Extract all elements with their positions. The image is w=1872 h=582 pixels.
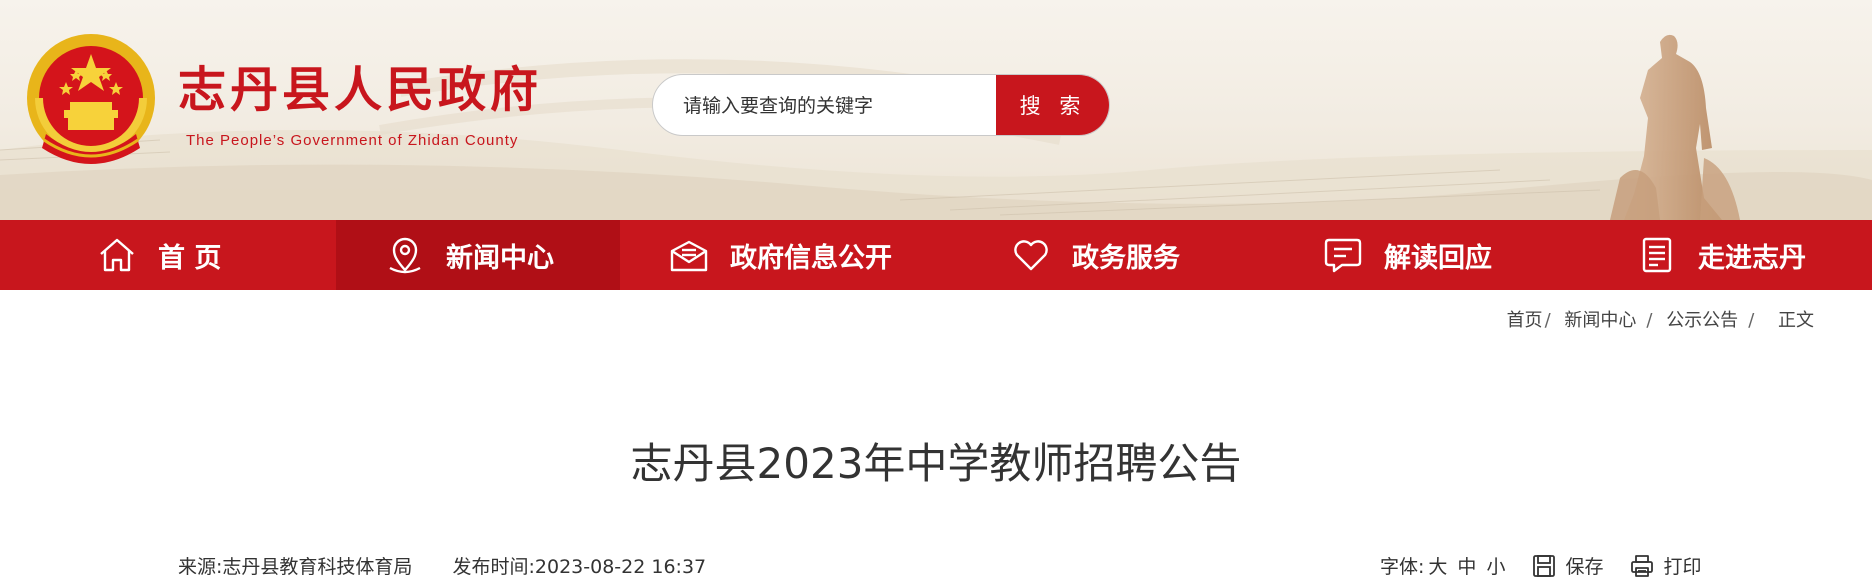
nav-label-gov-service: 政务服务 [1072, 242, 1180, 274]
nav-item-news[interactable]: 新闻中心 [336, 220, 620, 290]
nav-item-interpretation[interactable]: 解读回应 [1322, 220, 1492, 290]
source-label: 来源: [178, 556, 223, 578]
nav-label-about-zhidan: 走进志丹 [1698, 242, 1806, 274]
publish-time: 2023-08-22 16:37 [534, 556, 707, 578]
nav-item-gov-info[interactable]: 政府信息公开 [668, 220, 892, 290]
print-button[interactable]: 打印 [1629, 552, 1701, 579]
breadcrumb-separator: / [1544, 310, 1551, 331]
publish-time-label: 发布时间: [452, 556, 535, 578]
location-pin-icon [389, 237, 421, 274]
save-label: 保存 [1565, 556, 1604, 578]
search-bar: 搜 索 [652, 74, 1110, 136]
article-meta: 来源:志丹县教育科技体育局 发布时间:2023-08-22 16:37 [178, 552, 706, 579]
nav-label-news: 新闻中心 [446, 242, 554, 274]
chat-icon [1324, 238, 1362, 273]
document-icon [1642, 237, 1672, 273]
breadcrumb: 首页 / 新闻中心 / 公示公告 / 正文 [1507, 306, 1814, 332]
nav-item-gov-service[interactable]: 政务服务 [1010, 220, 1180, 290]
breadcrumb-home[interactable]: 首页 [1507, 310, 1543, 331]
save-icon [1533, 554, 1556, 577]
article-source: 志丹县教育科技体育局 [222, 556, 413, 578]
national-emblem-logo [27, 34, 155, 164]
mail-icon [670, 240, 708, 272]
printer-icon [1631, 554, 1654, 577]
nav-item-about-zhidan[interactable]: 走进志丹 [1636, 220, 1806, 290]
font-size-label: 字体: [1380, 556, 1425, 578]
site-header: 志丹县人民政府 The People’s Government of Zhida… [0, 0, 1872, 220]
font-size-large[interactable]: 大 [1428, 552, 1447, 579]
breadcrumb-announcements[interactable]: 公示公告 [1666, 310, 1738, 331]
breadcrumb-current: 正文 [1778, 310, 1814, 331]
main-nav: 首 页 新闻中心 政府信息公开 政务服务 解读回应 走进志丹 [0, 220, 1872, 290]
article-tools: 字体: 大 中 小 保存 打印 [1380, 552, 1701, 579]
font-size-small[interactable]: 小 [1486, 552, 1505, 579]
nav-label-interpretation: 解读回应 [1384, 242, 1492, 274]
nav-label-home: 首 页 [158, 242, 222, 274]
nav-item-home[interactable]: 首 页 [96, 220, 221, 290]
nav-label-gov-info: 政府信息公开 [730, 242, 892, 274]
home-icon [100, 238, 134, 272]
site-subtitle: The People’s Government of Zhidan County [186, 132, 519, 149]
breadcrumb-separator: / [1646, 310, 1653, 331]
breadcrumb-separator: / [1748, 310, 1755, 331]
font-size-medium[interactable]: 中 [1457, 552, 1476, 579]
statue-monument-image [1610, 34, 1740, 220]
breadcrumb-news[interactable]: 新闻中心 [1564, 310, 1636, 331]
site-title: 志丹县人民政府 [178, 62, 543, 118]
heart-icon [1014, 240, 1048, 271]
print-label: 打印 [1663, 556, 1702, 578]
search-input[interactable] [681, 75, 1025, 135]
article-title: 志丹县2023年中学教师招聘公告 [630, 439, 1242, 488]
save-button[interactable]: 保存 [1531, 552, 1603, 579]
search-button[interactable]: 搜 索 [996, 75, 1109, 135]
